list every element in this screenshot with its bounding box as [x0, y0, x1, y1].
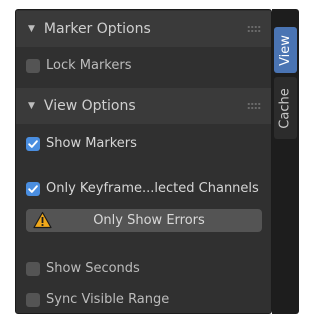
- only-show-errors-label: Only Show Errors: [93, 213, 205, 228]
- marker-options-title: Marker Options: [43, 21, 151, 37]
- sidebar-tabs: View Cache: [272, 9, 299, 314]
- view-options-header[interactable]: ▼ View Options: [16, 88, 271, 124]
- only-keyframes-checkbox[interactable]: [26, 181, 40, 196]
- tab-cache[interactable]: Cache: [274, 77, 297, 139]
- drag-grip-icon[interactable]: [247, 102, 261, 110]
- show-seconds-checkbox-row[interactable]: Show Seconds: [26, 261, 140, 276]
- lock-markers-checkbox-row[interactable]: Lock Markers: [26, 58, 131, 73]
- show-seconds-checkbox[interactable]: [26, 261, 40, 276]
- only-show-errors-button[interactable]: Only Show Errors: [26, 209, 262, 232]
- lock-markers-checkbox[interactable]: [26, 58, 40, 73]
- sync-visible-range-checkbox[interactable]: [26, 292, 40, 307]
- sync-visible-range-label: Sync Visible Range: [46, 292, 170, 307]
- warning-icon: [33, 211, 52, 229]
- checkmark-icon: [28, 184, 38, 193]
- tab-view-label: View: [278, 34, 294, 66]
- only-keyframes-checkbox-row[interactable]: Only Keyframe...lected Channels: [26, 181, 259, 196]
- tab-cache-label: Cache: [278, 87, 293, 129]
- collapse-caret-icon: ▼: [28, 24, 35, 34]
- properties-panel: ▼ Marker Options Lock Markers ▼ View Opt…: [15, 9, 272, 314]
- show-seconds-label: Show Seconds: [46, 261, 140, 276]
- sync-visible-range-checkbox-row[interactable]: Sync Visible Range: [26, 292, 169, 307]
- show-markers-checkbox-row[interactable]: Show Markers: [26, 136, 137, 151]
- drag-grip-icon[interactable]: [247, 25, 261, 33]
- collapse-caret-icon: ▼: [28, 101, 35, 111]
- only-keyframes-label: Only Keyframe...lected Channels: [46, 181, 259, 196]
- marker-options-header[interactable]: ▼ Marker Options: [16, 11, 271, 47]
- tab-view[interactable]: View: [274, 27, 297, 73]
- show-markers-checkbox[interactable]: [26, 136, 40, 151]
- lock-markers-label: Lock Markers: [46, 58, 132, 73]
- checkmark-icon: [28, 139, 38, 148]
- show-markers-label: Show Markers: [46, 136, 137, 151]
- view-options-title: View Options: [43, 98, 136, 114]
